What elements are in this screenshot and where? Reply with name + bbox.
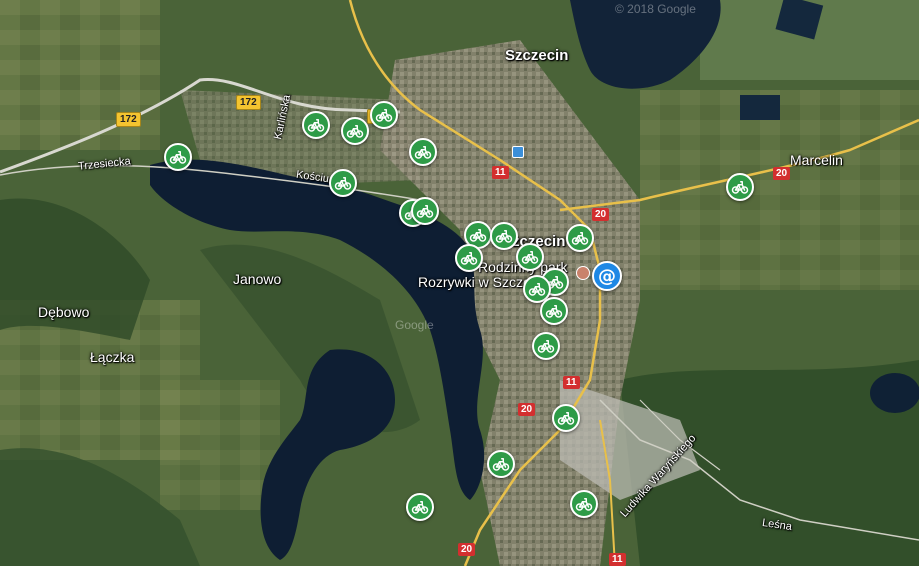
park-poi-icon[interactable] bbox=[576, 266, 590, 280]
village-label-marcelin: Marcelin bbox=[790, 152, 843, 168]
road-shield-20: 20 bbox=[592, 208, 610, 221]
village-label-debowo: Dębowo bbox=[38, 304, 90, 320]
at-sign-symbol: @ bbox=[598, 265, 616, 287]
road-shield-11: 11 bbox=[492, 166, 509, 179]
bicycle-icon[interactable] bbox=[370, 101, 398, 129]
road-shield-11: 11 bbox=[609, 553, 626, 566]
at-sign-icon[interactable]: @ bbox=[592, 261, 622, 291]
bicycle-icon[interactable] bbox=[406, 493, 434, 521]
road-shield-172: 172 bbox=[236, 95, 261, 110]
bicycle-icon[interactable] bbox=[341, 117, 369, 145]
satellite-map[interactable]: Szczecin Szczecin Marcelin Janowo Dębowo… bbox=[0, 0, 919, 566]
bicycle-icon[interactable] bbox=[302, 111, 330, 139]
bicycle-icon[interactable] bbox=[726, 173, 754, 201]
bicycle-icon[interactable] bbox=[516, 243, 544, 271]
copyright-text: © 2018 Google bbox=[615, 2, 696, 16]
road-shield-172: 172 bbox=[116, 112, 141, 127]
bicycle-icon[interactable] bbox=[409, 138, 437, 166]
bicycle-icon[interactable] bbox=[490, 222, 518, 250]
bicycle-icon[interactable] bbox=[411, 197, 439, 225]
bicycle-icon[interactable] bbox=[540, 297, 568, 325]
road-shield-20: 20 bbox=[458, 543, 476, 556]
bicycle-icon[interactable] bbox=[570, 490, 598, 518]
bicycle-icon[interactable] bbox=[164, 143, 192, 171]
road-shield-20: 20 bbox=[773, 167, 791, 180]
bicycle-icon[interactable] bbox=[329, 169, 357, 197]
road-shield-11: 11 bbox=[563, 376, 580, 389]
bicycle-icon[interactable] bbox=[566, 224, 594, 252]
google-watermark: Google bbox=[395, 318, 434, 332]
bicycle-icon[interactable] bbox=[487, 450, 515, 478]
bicycle-icon[interactable] bbox=[532, 332, 560, 360]
bus-stop-icon[interactable] bbox=[512, 146, 524, 158]
town-label-szczecinek: Szczecin bbox=[505, 47, 569, 64]
village-label-laczka: Łączka bbox=[90, 349, 135, 365]
bicycle-icon[interactable] bbox=[552, 404, 580, 432]
bicycle-icon[interactable] bbox=[455, 244, 483, 272]
village-label-janowo: Janowo bbox=[233, 271, 282, 287]
road-shield-20: 20 bbox=[518, 403, 536, 416]
